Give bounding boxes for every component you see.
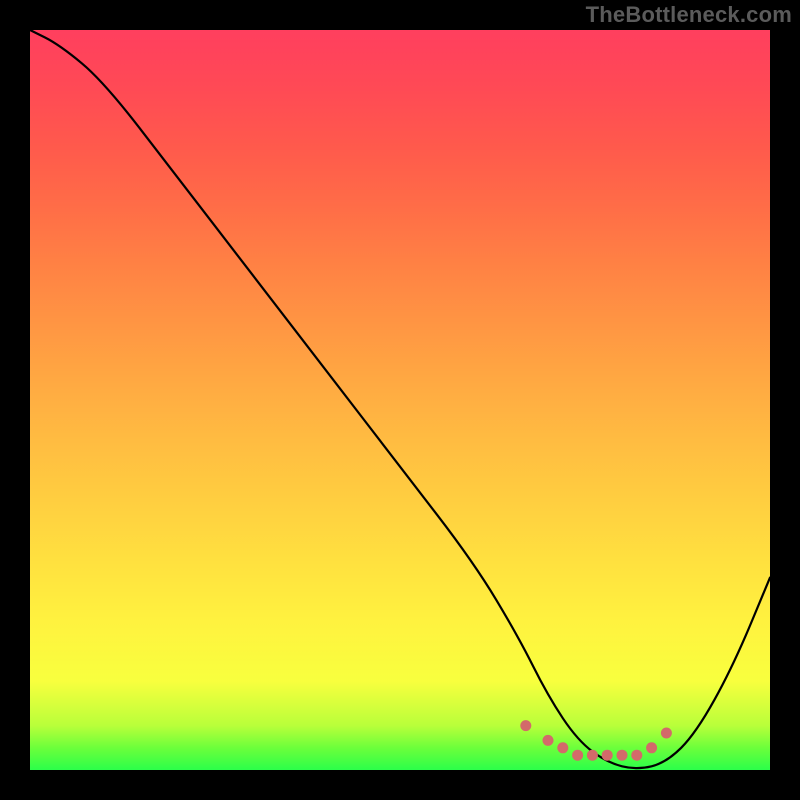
valley-marker — [520, 720, 531, 731]
bottleneck-curve — [30, 30, 770, 768]
valley-marker — [631, 750, 642, 761]
valley-marker — [602, 750, 613, 761]
valley-marker — [617, 750, 628, 761]
chart-frame: TheBottleneck.com — [0, 0, 800, 800]
valley-marker — [646, 742, 657, 753]
valley-marker — [661, 728, 672, 739]
curve-svg — [30, 30, 770, 770]
valley-marker — [543, 735, 554, 746]
valley-marker — [557, 742, 568, 753]
watermark-label: TheBottleneck.com — [586, 2, 792, 28]
valley-marker — [587, 750, 598, 761]
plot-area — [30, 30, 770, 770]
valley-marker — [572, 750, 583, 761]
valley-markers — [520, 720, 672, 761]
